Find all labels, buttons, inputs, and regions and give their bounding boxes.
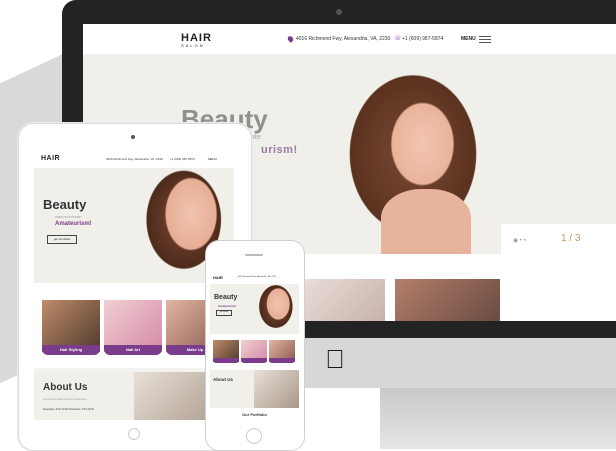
tablet-home-button xyxy=(128,428,140,440)
desktop-menu-label[interactable]: MENU xyxy=(461,36,476,42)
phone-address: 4016 Richmond Fwy, Alexandria, VA, 2230 xyxy=(238,276,276,278)
slider-dots[interactable]: ◉ • • xyxy=(513,237,526,244)
desktop-address: 4016 Richmond Fwy, Alexandria, VA, 2230 xyxy=(296,36,391,42)
phone-portfolio-title: Our Portfolio xyxy=(242,412,267,417)
tablet-address: 4016 Richmond Fwy, Alexandria, VA, 2230 xyxy=(106,157,163,161)
tablet-phone[interactable]: +1 (609) 987-5874 xyxy=(170,157,195,161)
tablet-cta-button[interactable]: get template xyxy=(47,235,77,244)
tablet-hours: Weekdays: 8:00-20:00 Weekends: 9:00-19:0… xyxy=(43,408,94,411)
desktop-phone[interactable]: +1 (609) 987-5874 xyxy=(402,36,443,42)
phone-service-label[interactable] xyxy=(213,358,239,363)
phone-header xyxy=(210,272,299,284)
monitor-stand xyxy=(380,388,616,449)
phone-hero-model-image xyxy=(250,284,297,334)
hero-model-shoulders xyxy=(381,189,471,254)
phone-about-image xyxy=(254,370,299,408)
phone-screen: HAIR 4016 Richmond Fwy, Alexandria, VA, … xyxy=(210,272,299,424)
slider-counter: 1 / 3 xyxy=(561,233,581,244)
desktop-service-thumb[interactable] xyxy=(303,279,385,321)
phone-hero-title: Beauty xyxy=(214,294,238,301)
tablet-logo[interactable]: HAIR xyxy=(41,155,60,162)
phone-service-label[interactable] xyxy=(269,358,295,363)
tablet-about-text: Lorem ipsum dolor sit amet consectetur xyxy=(43,398,87,401)
phone-cta-button[interactable]: get template xyxy=(216,310,232,316)
tablet-hero-subtitle: does not tolerate xyxy=(55,215,82,219)
tablet-about-title: About Us xyxy=(43,382,88,393)
tablet-hero-tagline: Amateurism! xyxy=(55,221,92,227)
tablet-menu-label[interactable]: MENU xyxy=(208,157,217,161)
phone-speaker xyxy=(245,254,263,256)
hamburger-icon[interactable] xyxy=(479,36,491,45)
phone-about-title: About Us xyxy=(213,377,233,382)
service-label[interactable]: Nail Art xyxy=(104,345,162,355)
phone-icon: ☏ xyxy=(394,36,402,42)
desktop-logo[interactable]: HAIR SALON xyxy=(181,32,212,48)
desktop-hero-tagline: urism! xyxy=(261,144,298,156)
service-label[interactable]: Hair Styling xyxy=(42,345,100,355)
tablet-screen: HAIR 4016 Richmond Fwy, Alexandria, VA, … xyxy=(34,150,234,420)
desktop-hero-subtitle: ate xyxy=(251,134,261,141)
phone-hero-tagline: Amateurism! xyxy=(218,304,237,308)
tablet-camera xyxy=(131,135,135,139)
tablet-hero-title: Beauty xyxy=(43,197,87,212)
phone-service-label[interactable] xyxy=(241,358,267,363)
monitor-camera xyxy=(336,9,342,15)
apple-logo-icon:  xyxy=(322,344,348,374)
phone-logo[interactable]: HAIR xyxy=(213,275,223,280)
desktop-service-thumb[interactable] xyxy=(395,279,500,321)
phone-home-button xyxy=(246,428,262,444)
